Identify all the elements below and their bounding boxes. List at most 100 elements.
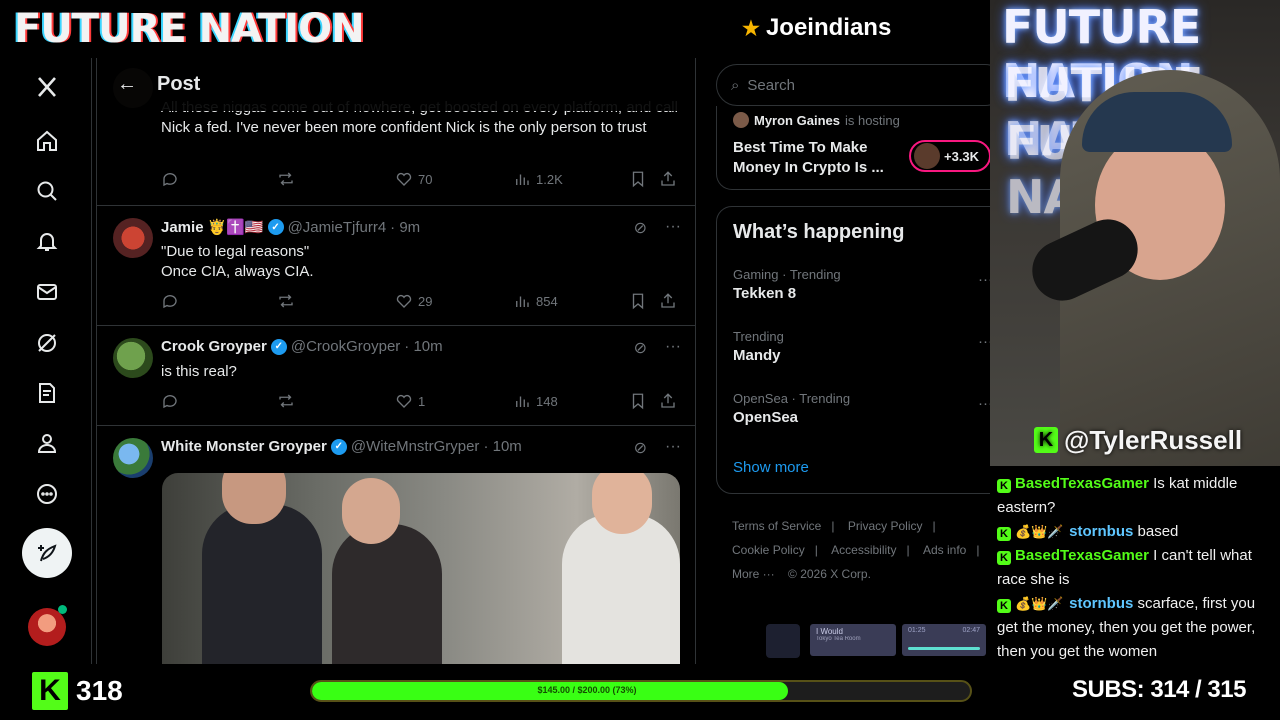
host-avatar [733,112,749,128]
repost-button[interactable] [277,170,295,188]
share-button[interactable] [659,292,677,310]
grok-icon[interactable]: ⊘ [634,218,647,238]
chat-message: K BasedTexasGamer Is kat middle eastern? [997,472,1272,520]
chat-username[interactable]: stornbus [1069,523,1133,540]
like-button[interactable]: 29 [395,292,432,310]
tweet-actions: 70 1.2K [161,170,681,190]
goal-text: $145.00 / $200.00 (73%) [537,685,637,695]
listener-count: +3.3K [944,148,980,164]
share-button[interactable] [659,392,677,410]
tweet-reply[interactable]: Jamie 🤴✝️🇺🇸 ✓ @JamieTjfurr4 · 9m ⊘ ··· "… [97,206,695,326]
grok-icon[interactable]: ⊘ [634,338,647,358]
show-more-link[interactable]: Show more [733,459,809,476]
more-options-icon[interactable]: ··· [665,438,681,458]
avatar[interactable] [113,218,153,258]
tweet-header: Jamie 🤴✝️🇺🇸 ✓ @JamieTjfurr4 · 9m [161,218,420,237]
kick-logo-icon: K [32,672,68,710]
views-button[interactable]: 854 [513,292,558,310]
trend-item[interactable]: Gaming · Trending Tekken 8 ··· [733,267,990,302]
media-figure [202,504,322,664]
ads-info-link[interactable]: Ads info [923,543,966,557]
display-name[interactable]: Jamie [161,219,204,236]
reply-button[interactable] [161,292,179,310]
more-options-icon[interactable]: ··· [978,333,990,350]
back-arrow-icon[interactable]: ← [97,58,157,111]
mail-icon[interactable] [34,279,60,305]
tweet-text: "Due to legal reasons" Once CIA, always … [161,242,681,282]
listeners-pill[interactable]: +3.3K [909,140,990,172]
share-button[interactable] [659,170,677,188]
chat-text: based [1133,523,1179,540]
timestamp[interactable]: · 9m [390,219,420,236]
media-figure [342,478,400,544]
stream-chat: K BasedTexasGamer Is kat middle eastern? K… [990,466,1280,664]
more-options-icon[interactable]: ··· [665,338,681,358]
trends-title: What’s happening [733,221,905,243]
space-title[interactable]: Best Time To Make Money In Crypto Is ... [733,138,903,178]
grok-icon[interactable] [34,330,60,356]
tweet-reply[interactable]: Crook Groyper ✓ @CrookGroyper · 10m ⊘ ··… [97,326,695,426]
search-input[interactable]: ⌕ Search [716,64,990,106]
profile-icon[interactable] [34,430,60,456]
display-name[interactable]: Crook Groyper [161,338,267,355]
partner-name: Joeindians [765,14,892,41]
chat-badges: 💰👑🗡️ [1015,524,1068,539]
handle[interactable]: @CrookGroyper [291,338,400,355]
like-button[interactable]: 1 [395,392,425,410]
chat-username[interactable]: BasedTexasGamer [1015,475,1149,492]
bookmark-button[interactable] [629,392,647,410]
views-button[interactable]: 1.2K [513,170,563,188]
privacy-link[interactable]: Privacy Policy [848,519,923,533]
compose-post-button[interactable] [22,528,72,578]
handle[interactable]: @JamieTjfurr4 [288,219,387,236]
bell-icon[interactable] [34,228,60,254]
bookmark-button[interactable] [629,170,647,188]
timestamp[interactable]: · 10m [483,438,521,455]
avatar[interactable] [113,338,153,378]
more-options-icon[interactable]: ··· [978,395,990,412]
like-button[interactable]: 70 [395,170,432,188]
bookmark-button[interactable] [629,292,647,310]
search-icon[interactable] [34,178,60,204]
x-logo-icon[interactable] [34,74,60,100]
chat-username[interactable]: stornbus [1069,595,1133,612]
repost-button[interactable] [277,292,295,310]
tweet-media-gif[interactable] [162,473,680,664]
tweet-actions: 29 854 [161,292,681,312]
live-space-card[interactable]: Myron Gaines is hosting Best Time To Mak… [716,106,990,190]
media-figure [562,514,680,664]
tweet-header: White Monster Groyper ✓ @WiteMnstrGryper… [161,438,522,455]
lists-icon[interactable] [34,380,60,406]
grok-icon[interactable]: ⊘ [634,438,647,458]
avatar[interactable] [113,438,153,478]
kick-badge-icon: K [997,479,1011,493]
more-link[interactable]: More ··· [732,567,775,581]
timestamp[interactable]: · 10m [404,338,442,355]
stream-header: FUTURE NATION ★ Joeindians [0,0,990,58]
more-options-icon[interactable]: ··· [665,218,681,238]
media-figure [332,524,442,664]
trend-name: OpenSea [733,409,799,426]
accessibility-link[interactable]: Accessibility [831,543,896,557]
trend-item[interactable]: OpenSea · Trending OpenSea ··· [733,391,990,426]
chat-username[interactable]: BasedTexasGamer [1015,547,1149,564]
cookie-link[interactable]: Cookie Policy [732,543,805,557]
more-options-icon[interactable]: ··· [978,271,990,288]
x-nav-rail [0,58,92,664]
display-name[interactable]: White Monster Groyper [161,438,327,455]
more-icon[interactable] [34,481,60,507]
trend-item[interactable]: Trending Mandy ··· [733,329,990,364]
terms-link[interactable]: Terms of Service [732,519,821,533]
home-icon[interactable] [34,128,60,154]
chat-message: K BasedTexasGamer I can't tell what race … [997,544,1272,592]
trend-context: OpenSea · Trending [733,391,851,406]
reply-button[interactable] [161,392,179,410]
copyright: © 2026 X Corp. [788,567,871,581]
now-playing-widget: I Would Tokyo Tea Room 01:25 02:47 [766,622,986,660]
handle[interactable]: @WiteMnstrGryper [351,438,480,455]
reply-button[interactable] [161,170,179,188]
verified-badge-icon: ✓ [270,338,287,355]
views-button[interactable]: 148 [513,392,558,410]
repost-button[interactable] [277,392,295,410]
track-title: I Would [816,627,843,636]
